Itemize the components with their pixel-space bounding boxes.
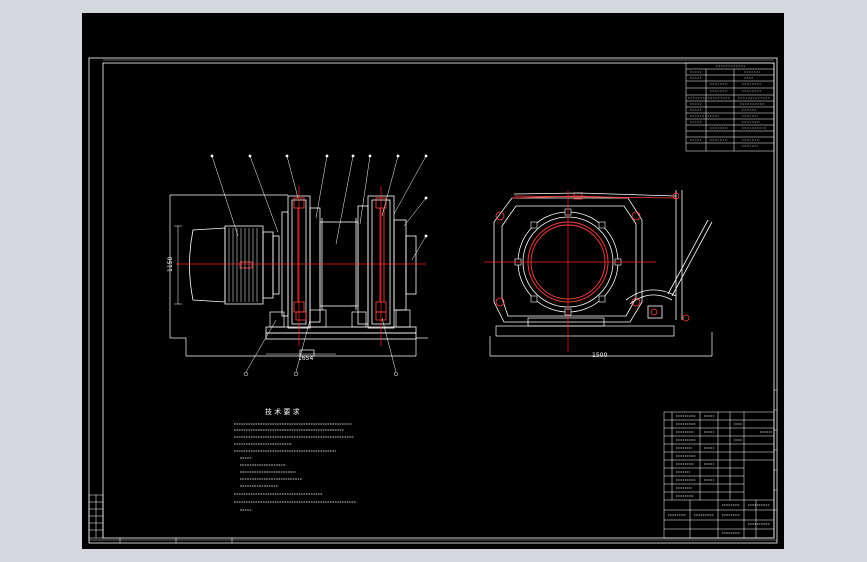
notes-title: 技 术 要 求 [265,407,300,416]
front-width-dimension: 1654 [298,355,313,362]
side-width-dimension: 1500 [592,352,607,359]
cad-canvas[interactable]: A0 [0,0,867,562]
app-frame: A0 [0,0,867,562]
drawing-area[interactable] [82,13,784,549]
front-height-dimension: 1150 [167,257,174,272]
